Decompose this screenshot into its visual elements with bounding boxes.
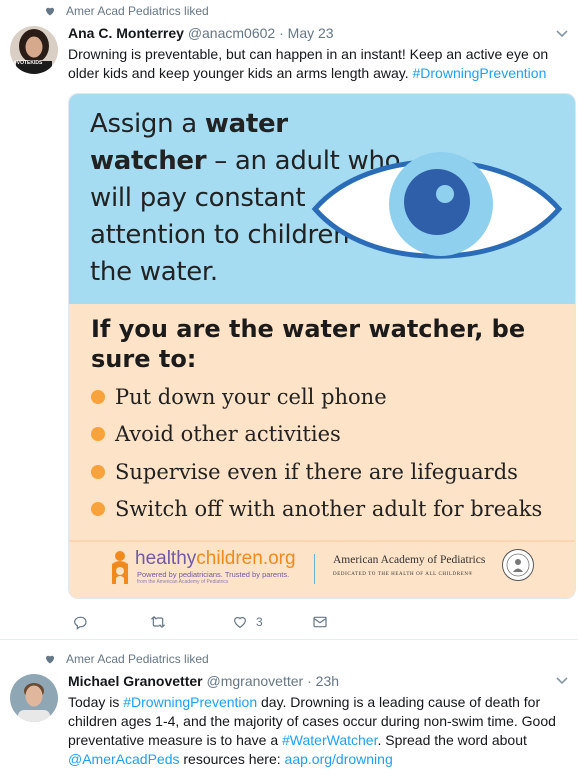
separator-dot: · <box>279 25 284 41</box>
timestamp[interactable]: 23h <box>316 673 339 689</box>
infographic-bullet-list: Put down your cell phone Avoid other act… <box>91 378 575 529</box>
tweet-text-part: resources here: <box>179 751 285 767</box>
bullet-dot-icon <box>91 502 105 517</box>
avatar[interactable]: #VOTEKIDS <box>10 26 58 74</box>
bullet-text: Supervise even if there are lifeguards <box>115 459 518 484</box>
tweet-text: Today is #DrowningPrevention day. Drowni… <box>68 693 568 769</box>
healthychildren-wordmark: healthychildren.org <box>135 548 296 570</box>
bullet-item: Avoid other activities <box>91 416 575 454</box>
bullet-dot-icon <box>91 389 105 404</box>
infographic-image[interactable]: Assign a water watcher – an adult who wi… <box>68 93 576 599</box>
tweet-header: Michael Granovetter @mgranovetter · 23h <box>68 673 339 689</box>
infographic-section-heading: If you are the water watcher, be sure to… <box>91 315 526 373</box>
avatar[interactable] <box>10 674 58 722</box>
brand-part-b: children.org <box>196 548 296 569</box>
heart-icon <box>46 655 54 664</box>
chevron-down-icon[interactable] <box>556 30 568 38</box>
like-button[interactable]: 3 <box>232 614 263 630</box>
like-icon <box>234 616 246 629</box>
heart-icon <box>46 7 54 16</box>
bullet-dot-icon <box>91 464 105 479</box>
tweet-text-part: Today is <box>68 694 124 710</box>
liked-by-row: Amer Acad Pediatrics liked <box>44 652 209 666</box>
reply-icon <box>74 616 87 630</box>
like-count: 3 <box>256 615 263 629</box>
bullet-item: Switch off with another adult for breaks <box>91 491 575 529</box>
direct-message-icon <box>313 616 327 628</box>
bullet-text: Avoid other activities <box>115 422 341 447</box>
chevron-down-icon[interactable] <box>556 677 568 685</box>
hashtag-link[interactable]: #DrowningPrevention <box>123 694 257 710</box>
avatar-badge: #VOTEKIDS <box>14 60 43 66</box>
hashtag-link[interactable]: #DrowningPrevention <box>413 65 547 81</box>
tweet-text: Drowning is preventable, but can happen … <box>68 45 568 83</box>
retweet-button[interactable] <box>150 614 174 630</box>
bullet-text: Put down your cell phone <box>115 384 387 409</box>
bullet-text: Switch off with another adult for breaks <box>115 497 543 522</box>
healthychildren-logo: healthychildren.org Powered by pediatric… <box>109 548 309 594</box>
tweet-header: Ana C. Monterrey @anacm0602 · May 23 <box>68 25 334 41</box>
healthychildren-subline: from the American Academy of Pediatrics <box>137 579 229 585</box>
liked-by-text: Amer Acad Pediatrics liked <box>66 4 209 18</box>
bullet-dot-icon <box>91 427 105 442</box>
infographic-top-panel: Assign a water watcher – an adult who wi… <box>69 94 575 304</box>
url-link[interactable]: aap.org/drowning <box>285 751 393 767</box>
mention-link[interactable]: @AmerAcadPeds <box>68 751 179 767</box>
author-handle[interactable]: @mgranovetter <box>207 673 304 689</box>
avatar-portrait <box>10 26 58 74</box>
bullet-item: Supervise even if there are lifeguards <box>91 453 575 491</box>
separator-dot: · <box>307 673 312 689</box>
direct-message-button[interactable] <box>312 614 328 630</box>
avatar-portrait <box>10 674 58 722</box>
liked-by-text: Amer Acad Pediatrics liked <box>66 652 209 666</box>
author-name[interactable]: Ana C. Monterrey <box>68 25 184 41</box>
aap-seal-icon <box>502 549 534 581</box>
author-name[interactable]: Michael Granovetter <box>68 673 203 689</box>
footer-divider <box>314 554 315 584</box>
headline-pre: Assign a <box>90 109 205 139</box>
eye-icon <box>311 152 563 259</box>
liked-by-row: Amer Acad Pediatrics liked <box>44 4 209 18</box>
timestamp[interactable]: May 23 <box>288 25 334 41</box>
bullet-item: Put down your cell phone <box>91 378 575 416</box>
infographic-footer: healthychildren.org Powered by pediatric… <box>69 540 575 598</box>
author-handle[interactable]: @anacm0602 <box>188 25 275 41</box>
healthychildren-tagline: Powered by pediatricians. Trusted by par… <box>137 570 290 579</box>
brand-part-a: healthy <box>135 548 197 569</box>
tweet-ana-monterrey[interactable]: Amer Acad Pediatrics liked #VOTEKIDS Ana… <box>0 0 578 640</box>
tweet-michael-granovetter[interactable]: Amer Acad Pediatrics liked Michael Grano… <box>0 641 578 777</box>
retweet-icon <box>150 616 166 628</box>
hashtag-link[interactable]: #WaterWatcher <box>282 732 377 748</box>
tweet-text-part: . Spread the word about <box>377 732 527 748</box>
reply-button[interactable] <box>72 614 96 630</box>
family-logo-icon <box>112 551 128 584</box>
